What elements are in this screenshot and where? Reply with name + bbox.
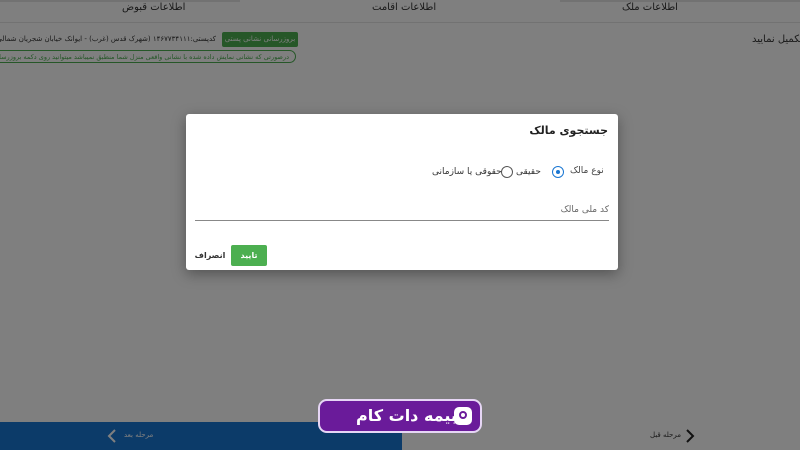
confirm-button[interactable]: تایید	[231, 245, 267, 266]
owner-type-real-radio[interactable]	[552, 166, 564, 178]
watermark-text: بیمه دات کام	[356, 406, 457, 425]
dialog-title: جستجوی مالک	[529, 124, 608, 137]
owner-type-legal-label[interactable]: حقوقی یا سازمانی	[432, 167, 502, 177]
owner-search-dialog: جستجوی مالک نوع مالک حقیقی حقوقی یا سازم…	[186, 114, 618, 270]
cancel-button[interactable]: انصراف	[192, 245, 228, 266]
owner-type-legal-radio[interactable]	[501, 166, 513, 178]
owner-national-id-input[interactable]	[195, 200, 609, 221]
brand-logo-icon	[454, 407, 472, 425]
brand-watermark: بیمه دات کام	[318, 399, 482, 433]
owner-type-real-label[interactable]: حقیقی	[516, 167, 541, 177]
owner-type-label: نوع مالک	[570, 166, 604, 176]
